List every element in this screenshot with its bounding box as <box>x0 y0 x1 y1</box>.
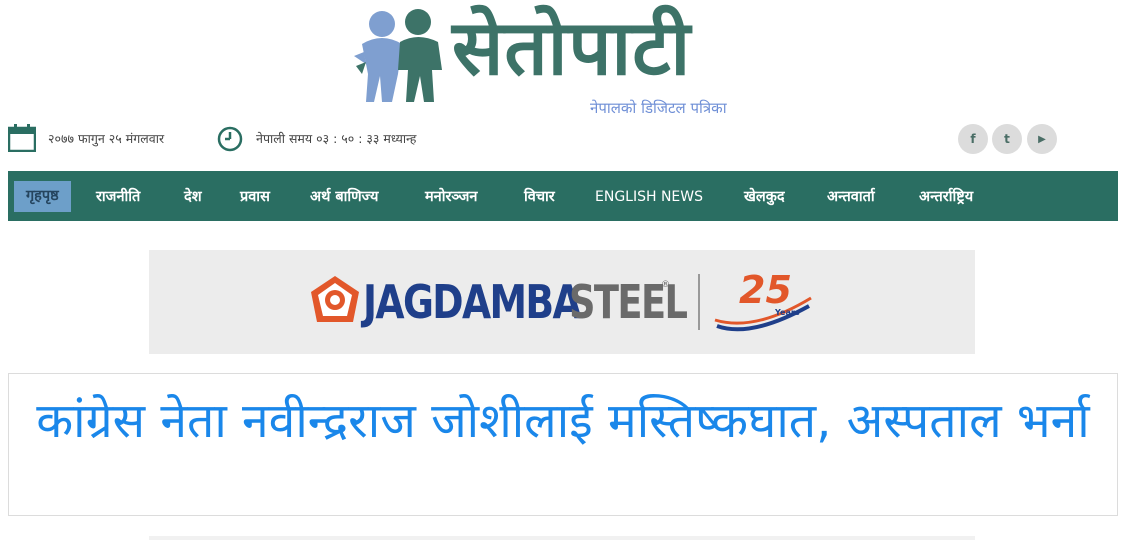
site-logo[interactable]: सेतोपाटी नेपालको डिजिटल पत्रिका <box>352 3 772 117</box>
main-navigation: गृहपृष्ठ राजनीति देश प्रवास अर्थ बाणिज्य… <box>8 171 1118 221</box>
calendar-icon <box>8 124 36 152</box>
headline-card: कांग्रेस नेता नवीन्द्रराज जोशीलाई मस्तिष… <box>8 373 1118 516</box>
nav-item-sports[interactable]: खेलकुद <box>744 183 785 211</box>
facebook-icon[interactable]: f <box>958 124 988 154</box>
nav-item-english-news[interactable]: ENGLISH NEWS <box>595 183 703 211</box>
nav-item-politics[interactable]: राजनीति <box>96 183 140 211</box>
nepali-time: नेपाली समय ०३ : ५० : ३३ मध्यान्ह <box>256 131 417 146</box>
nav-item-interview[interactable]: अन्तवार्ता <box>827 183 875 211</box>
nav-item-country[interactable]: देश <box>184 183 202 211</box>
nepali-date: २०७७ फागुन २५ मंगलवार <box>48 131 165 146</box>
nav-item-opinion[interactable]: विचार <box>524 183 555 211</box>
anniversary-number: 25 <box>739 268 792 312</box>
nav-item-entertainment[interactable]: मनोरञ्जन <box>425 183 477 211</box>
youtube-icon[interactable]: ▶ <box>1027 124 1057 154</box>
twitter-icon[interactable]: t <box>992 124 1022 154</box>
date-time-bar: २०७७ फागुन २५ मंगलवार नेपाली समय ०३ : ५०… <box>8 122 1118 156</box>
jagdamba-logo-icon <box>311 276 359 322</box>
advertisement-banner[interactable]: JAGDAMBA STEEL ® 25 Years <box>149 250 975 354</box>
next-section-edge <box>149 536 975 540</box>
nav-item-economy[interactable]: अर्थ बाणिज्य <box>310 183 378 211</box>
ad-brand-main: JAGDAMBA <box>363 275 582 329</box>
clock-icon <box>217 126 243 152</box>
nav-item-international[interactable]: अन्तर्राष्ट्रिय <box>919 183 973 211</box>
logo-title: सेतोपाटी <box>452 3 692 92</box>
logo-tagline: नेपालको डिजिटल पत्रिका <box>590 99 727 117</box>
anniversary-label: Years <box>775 308 800 317</box>
anniversary-emblem: 25 Years <box>711 268 821 338</box>
ad-divider <box>698 274 700 330</box>
logo-figures-icon <box>354 9 442 102</box>
nav-item-home[interactable]: गृहपृष्ठ <box>14 181 71 212</box>
nav-item-diaspora[interactable]: प्रवास <box>240 183 270 211</box>
registered-mark: ® <box>661 280 670 290</box>
headline-title[interactable]: कांग्रेस नेता नवीन्द्रराज जोशीलाई मस्तिष… <box>9 388 1117 454</box>
